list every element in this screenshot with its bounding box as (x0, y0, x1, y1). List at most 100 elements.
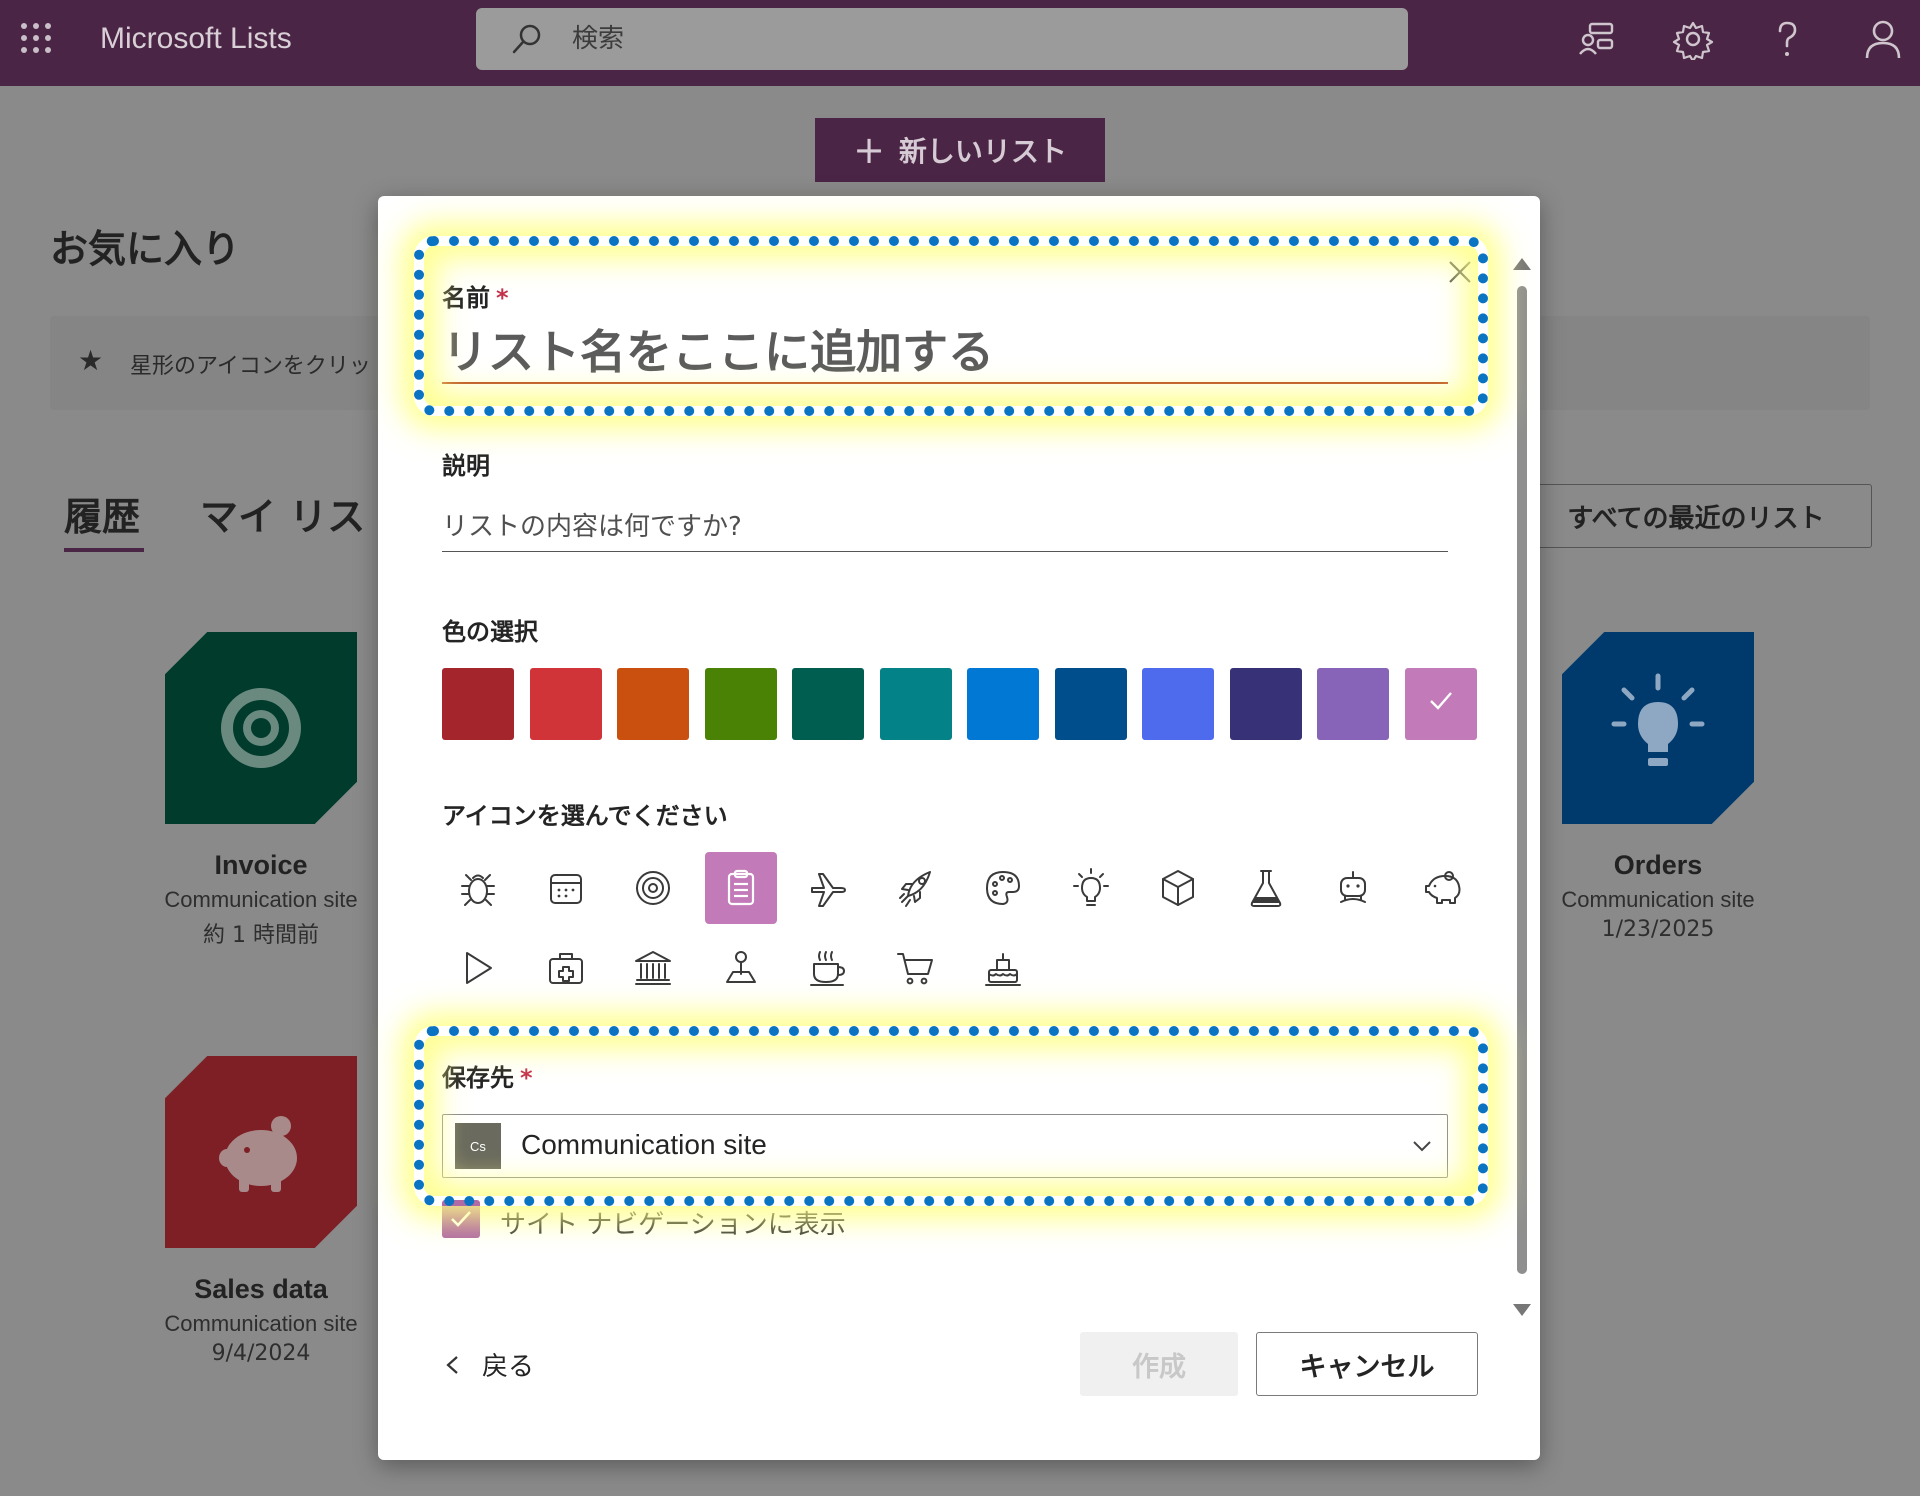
checkmark-icon (451, 1211, 471, 1227)
palette-icon (986, 871, 1020, 905)
icon-option[interactable] (704, 852, 777, 924)
required-marker: * (520, 1064, 533, 1092)
color-swatch[interactable] (792, 668, 864, 740)
icon-option[interactable] (530, 852, 602, 924)
close-icon[interactable] (1446, 258, 1474, 286)
icon-option[interactable] (880, 852, 952, 924)
clipboard-icon (727, 869, 754, 906)
color-swatch[interactable] (879, 668, 952, 740)
star-icon: ★ (78, 344, 104, 377)
cake-icon (985, 953, 1021, 986)
scroll-up-icon[interactable] (1513, 258, 1531, 270)
icon-option[interactable] (1405, 852, 1477, 924)
dialog-scrollbar[interactable] (1513, 258, 1531, 1318)
color-swatch[interactable] (529, 668, 602, 740)
color-swatch[interactable] (967, 668, 1039, 740)
map-pin-icon (725, 951, 756, 983)
list-date: 1/23/2025 (1601, 917, 1715, 942)
icon-option[interactable] (1230, 852, 1302, 924)
color-swatch[interactable] (442, 668, 514, 740)
list-tile (165, 632, 357, 824)
color-label: 色の選択 (442, 618, 538, 646)
list-site: Communication site (164, 1311, 358, 1336)
location-label: 保存先 * (442, 1064, 533, 1092)
person-icon[interactable] (1862, 18, 1904, 60)
icon-option[interactable] (880, 932, 952, 1004)
lightbulb-icon (1611, 673, 1705, 766)
rocket-icon (898, 871, 931, 907)
color-swatch[interactable] (1229, 668, 1302, 740)
app-launcher-icon[interactable] (20, 22, 52, 54)
app-title[interactable]: Microsoft Lists (100, 22, 292, 56)
save-location-dropdown[interactable]: Cs Communication site (442, 1114, 1448, 1178)
color-swatch[interactable] (1054, 668, 1127, 740)
search-box[interactable] (476, 8, 1408, 70)
favorites-heading: お気に入り (50, 227, 241, 271)
list-date: 約 1 時間前 (203, 923, 319, 948)
favorites-hint: 星形のアイコンをクリッ (130, 354, 371, 379)
color-swatch[interactable] (1317, 668, 1389, 740)
lightbulb-icon (1072, 868, 1109, 906)
list-tile (165, 1056, 357, 1248)
checkmark-icon (1429, 692, 1452, 710)
chevron-down-icon (1413, 1141, 1431, 1152)
lists-feed-icon[interactable] (1576, 18, 1618, 60)
icon-option[interactable] (1317, 852, 1389, 924)
gear-icon[interactable] (1672, 18, 1714, 60)
color-swatch[interactable] (1404, 668, 1477, 740)
icon-option[interactable] (1142, 852, 1214, 924)
target-icon (221, 688, 301, 768)
cancel-button[interactable]: キャンセル (1256, 1332, 1478, 1396)
icon-option[interactable] (617, 932, 689, 1004)
create-list-dialog: 名前* 説明 色の選択 アイコンを選んでください 保存先* Cs Communi… (378, 196, 1540, 1460)
scroll-down-icon[interactable] (1513, 1304, 1531, 1316)
icon-option[interactable] (442, 932, 514, 1004)
list-name: Invoice (214, 850, 308, 880)
color-swatch[interactable] (617, 668, 689, 740)
airplane-icon (811, 873, 846, 907)
bank-icon (635, 951, 671, 985)
list-name: Orders (1613, 850, 1703, 880)
icon-option[interactable] (617, 852, 689, 924)
new-list-button[interactable]: + 新しいリスト (815, 118, 1105, 182)
chevron-left-icon (446, 1355, 458, 1374)
list-card-invoice[interactable]: Invoice Communication site 約 1 時間前 (131, 632, 391, 949)
description-label: 説明 (442, 452, 490, 480)
required-marker: * (496, 284, 509, 312)
first-aid-kit-icon (548, 953, 583, 984)
help-icon[interactable] (1766, 18, 1808, 60)
tab-history[interactable]: 履歴 (64, 486, 140, 541)
back-label: 戻る (482, 1352, 535, 1382)
icon-option[interactable] (442, 852, 514, 924)
create-button[interactable]: 作成 (1080, 1332, 1238, 1396)
list-tile (1562, 632, 1754, 824)
icon-option[interactable] (705, 932, 777, 1004)
new-list-label: 新しいリスト (898, 135, 1067, 168)
tab-selected-indicator (64, 548, 144, 552)
icon-option[interactable] (792, 932, 864, 1004)
show-in-nav-checkbox[interactable] (442, 1200, 480, 1238)
cube-icon (1162, 870, 1194, 906)
list-name: Sales data (194, 1274, 328, 1304)
icon-option[interactable] (530, 932, 602, 1004)
coffee-icon (810, 951, 845, 986)
tab-my-lists[interactable]: マイ リス (200, 486, 365, 541)
list-card-sales-data[interactable]: Sales data Communication site 9/4/2024 (131, 1056, 391, 1366)
list-site: Communication site (164, 887, 358, 912)
description-input[interactable] (442, 502, 1448, 552)
list-card-orders[interactable]: Orders Communication site 1/23/2025 (1528, 632, 1788, 942)
color-swatch[interactable] (1142, 668, 1214, 740)
icon-option[interactable] (967, 932, 1039, 1004)
icon-option[interactable] (967, 852, 1039, 924)
list-name-input[interactable] (442, 322, 1448, 384)
icon-option[interactable] (1055, 852, 1127, 924)
scroll-thumb[interactable] (1517, 286, 1527, 1274)
app-header: Microsoft Lists (0, 0, 1920, 86)
play-icon (466, 952, 492, 984)
search-input[interactable] (572, 22, 1272, 56)
color-swatch[interactable] (704, 668, 777, 740)
icon-option[interactable] (792, 852, 864, 924)
all-recent-lists-button[interactable]: すべての最近のリスト (1520, 484, 1872, 548)
show-in-nav-label[interactable]: サイト ナビゲーションに表示 (500, 1204, 846, 1241)
back-button[interactable]: 戻る (442, 1346, 534, 1383)
